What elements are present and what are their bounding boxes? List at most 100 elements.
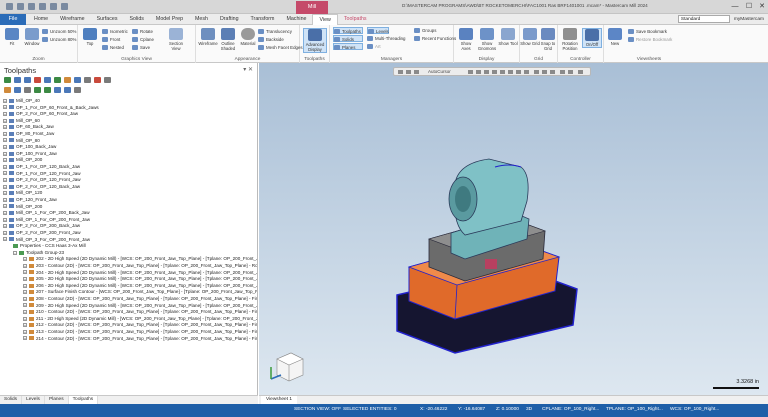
scroll-to-arrow-icon[interactable]	[64, 87, 71, 93]
single-display-icon[interactable]	[74, 87, 81, 93]
section-view-status[interactable]: SECTION VIEW: OFF	[294, 407, 341, 412]
expand-toggle[interactable]: +	[3, 217, 7, 222]
machine-group-node[interactable]: + Mill_OP_60	[3, 118, 40, 124]
expand-toggle[interactable]: +	[23, 316, 27, 321]
expand-toggle[interactable]: +	[3, 138, 7, 143]
redo-icon[interactable]	[61, 3, 68, 10]
art-button[interactable]: Art	[367, 43, 381, 50]
tab-levels-manager[interactable]: Levels	[22, 396, 45, 404]
simulate-icon[interactable]	[64, 77, 71, 83]
wireframe-button[interactable]: Wireframe	[198, 28, 218, 46]
recent-functions-button[interactable]: Recent Functions	[414, 35, 456, 42]
window-zoom-button[interactable]: Window	[22, 28, 42, 46]
machine-group-node[interactable]: + OP_2_For_OP_200_Front_Jaw	[3, 230, 81, 236]
cplane-button[interactable]: Cplane	[132, 36, 154, 43]
expand-toggle[interactable]: +	[23, 329, 27, 334]
operation-node[interactable]: +203 - Contour (2D) - [WCS: OP_200_Front…	[23, 263, 257, 269]
expand-toggle[interactable]: +	[3, 111, 7, 116]
expand-toggle[interactable]: +	[3, 197, 7, 202]
toggle-post-icon[interactable]	[24, 87, 31, 93]
unzoom-50-button[interactable]: Unzoom 50%	[42, 28, 76, 35]
operation-node[interactable]: +205 - 2D High Speed (2D Dynamic Mill) -…	[23, 276, 257, 282]
select-dirty-icon[interactable]	[14, 77, 21, 83]
machine-group-node[interactable]: + OP_100_Back_Jaw	[3, 144, 56, 150]
operation-node[interactable]: +211 - 2D High Speed (2D Dynamic Mill) -…	[23, 316, 257, 322]
expand-toggle[interactable]: +	[3, 164, 7, 169]
expand-toggle[interactable]: +	[3, 237, 7, 242]
expand-toggle[interactable]: +	[3, 191, 7, 196]
expand-toggle[interactable]: +	[3, 144, 7, 149]
expand-toggle[interactable]: +	[23, 303, 27, 308]
expand-toggle[interactable]: +	[3, 177, 7, 182]
expand-toggle[interactable]: +	[23, 263, 27, 268]
expand-toggle[interactable]: +	[3, 105, 7, 110]
wcs-status[interactable]: WCS: OP_100_Right...	[670, 407, 719, 412]
rotate-button[interactable]: Rotate	[132, 28, 153, 35]
tab-home[interactable]: Home	[28, 14, 54, 25]
isometric-button[interactable]: Isometric	[102, 28, 128, 35]
expand-toggle[interactable]: +	[23, 270, 27, 275]
tab-wireframe[interactable]: Wireframe	[54, 14, 90, 25]
expand-toggle[interactable]: +	[23, 323, 27, 328]
show-grid-button[interactable]: Show Grid	[520, 28, 540, 46]
tab-toolpaths-manager[interactable]: Toolpaths	[68, 396, 99, 404]
machine-group-node[interactable]: + Mill_OP_3_For_OP_200_Front_Jaw	[3, 237, 90, 243]
show-axes-button[interactable]: Show Axes	[456, 28, 476, 51]
controller-toggle-button[interactable]: On/Off	[582, 28, 602, 48]
operation-node[interactable]: +210 - Contour (2D) - [WCS: OP_200_Front…	[23, 309, 257, 315]
expand-toggle[interactable]: +	[23, 296, 27, 301]
post-icon[interactable]	[74, 77, 81, 83]
machine-group-node[interactable]: + Mill_OP_200	[3, 157, 42, 163]
regenerate-icon[interactable]	[24, 77, 31, 83]
expand-toggle[interactable]: +	[3, 171, 7, 176]
properties-node[interactable]: Properties - CCS Haas 3-Ax Mill	[13, 243, 86, 249]
tab-surfaces[interactable]: Surfaces	[91, 14, 124, 25]
top-view-button[interactable]: Top	[80, 28, 100, 46]
expand-toggle[interactable]: +	[3, 151, 7, 156]
machine-group-node[interactable]: + OP_120_Front_Jaw	[3, 197, 57, 203]
dimension-mode[interactable]: 3D	[526, 407, 532, 412]
fit-button[interactable]: Fit	[2, 28, 22, 46]
operation-node[interactable]: +206 - 2D High Speed (2D Dynamic Mill) -…	[23, 283, 257, 289]
machine-group-node[interactable]: + OP_2_For_OP_60_Front_Jaw	[3, 111, 78, 117]
show-gnomons-button[interactable]: Show Gnomons	[477, 28, 497, 51]
view-cube[interactable]	[270, 352, 304, 382]
tab-model-prep[interactable]: Model Prep	[150, 14, 189, 25]
machine-group-node[interactable]: + OP_1_For_OP_120_Front_Jaw	[3, 171, 81, 177]
expand-toggle[interactable]: −	[13, 250, 17, 255]
multi-threading-button[interactable]: Multi-Threading	[367, 35, 406, 42]
maximize-button[interactable]: ☐	[744, 2, 754, 11]
operation-node[interactable]: +213 - Contour (2D) - [WCS: OP_200_Front…	[23, 329, 257, 335]
solids-manager-button[interactable]: Solids	[333, 35, 363, 42]
operation-node[interactable]: +214 - Contour (2D) - [WCS: OP_200_Front…	[23, 336, 257, 342]
tab-solids-manager[interactable]: Solids	[0, 396, 23, 404]
move-down-icon[interactable]	[34, 87, 41, 93]
lock-icon[interactable]	[14, 87, 21, 93]
expand-toggle[interactable]: +	[3, 125, 7, 130]
snap-to-grid-button[interactable]: Snap to Grid	[538, 28, 558, 51]
select-all-icon[interactable]	[4, 77, 11, 83]
restore-bookmark-button[interactable]: Restore Bookmark	[628, 36, 672, 43]
operation-node[interactable]: +202 - 2D High Speed (2D Dynamic Mill) -…	[23, 256, 257, 262]
user-account[interactable]: myMastercam	[734, 17, 764, 22]
tab-solids[interactable]: Solids	[123, 14, 149, 25]
insert-arrow-icon[interactable]	[54, 87, 61, 93]
rotation-position-button[interactable]: Rotation Position	[559, 28, 581, 51]
toggle-display-icon[interactable]	[4, 87, 11, 93]
tab-transform[interactable]: Transform	[245, 14, 281, 25]
machine-group-node[interactable]: + Mill_OP_1_For_OP_200_Front_Jaw	[3, 217, 90, 223]
save-file-icon[interactable]	[28, 3, 35, 10]
tab-planes-manager[interactable]: Planes	[45, 396, 69, 404]
expand-toggle[interactable]: +	[3, 210, 7, 215]
expand-toggle[interactable]: +	[3, 98, 7, 103]
machine-group-node[interactable]: + OP_2_For_OP_120_Front_Jaw	[3, 177, 81, 183]
section-view-button[interactable]: Section View	[164, 28, 188, 51]
expand-toggle[interactable]: +	[3, 230, 7, 235]
backside-button[interactable]: Backside	[258, 36, 284, 43]
file-menu[interactable]: File	[0, 14, 26, 25]
close-button[interactable]: ✕	[757, 2, 767, 11]
machine-group-node[interactable]: + OP_1_For_OP_120_Back_Jaw	[3, 164, 80, 170]
verify-icon[interactable]	[54, 77, 61, 83]
advanced-display-button[interactable]: Advanced Display	[303, 28, 327, 53]
expand-toggle[interactable]: +	[23, 257, 27, 262]
